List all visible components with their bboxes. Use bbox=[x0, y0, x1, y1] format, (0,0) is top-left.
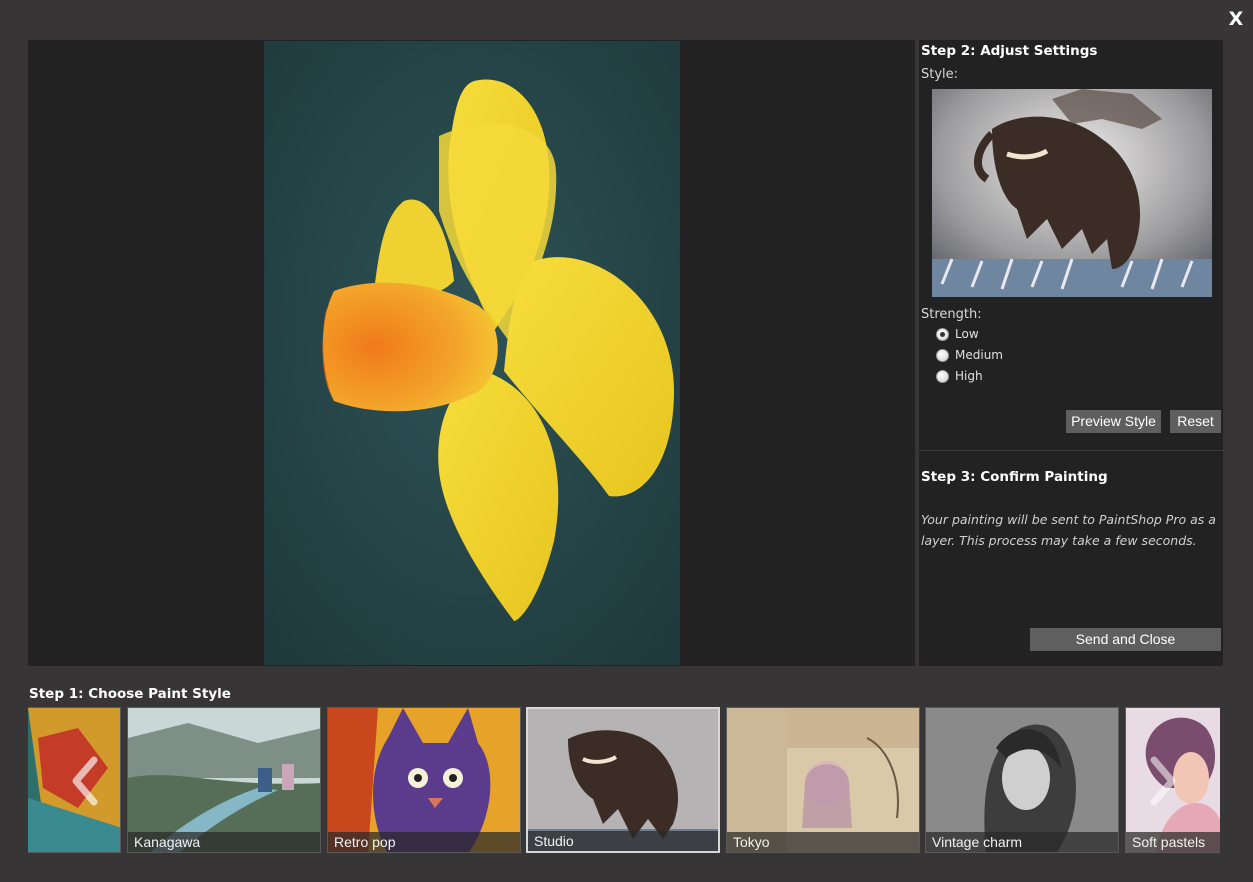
step2-title: Step 2: Adjust Settings bbox=[921, 43, 1097, 59]
preview-image bbox=[264, 41, 680, 665]
preview-panel bbox=[28, 40, 915, 666]
reset-button[interactable]: Reset bbox=[1170, 410, 1221, 433]
strength-medium-label: Medium bbox=[955, 348, 1003, 362]
style-thumb-tokyo[interactable]: Tokyo bbox=[726, 707, 920, 853]
style-thumb-label: Kanagawa bbox=[128, 832, 320, 852]
strength-low-label: Low bbox=[955, 327, 979, 341]
strength-high-label: High bbox=[955, 369, 983, 383]
settings-panel: Step 2: Adjust Settings Style: Strength:… bbox=[919, 40, 1223, 666]
style-thumb-label: Soft pastels bbox=[1126, 832, 1220, 852]
style-thumb-vintage-charm[interactable]: Vintage charm bbox=[925, 707, 1119, 853]
style-strip: Kanagawa Retro pop Studio Tokyo Vintage … bbox=[28, 706, 1220, 856]
style-thumb-label: Vintage charm bbox=[926, 832, 1118, 852]
preview-style-button[interactable]: Preview Style bbox=[1066, 410, 1161, 433]
step3-title: Step 3: Confirm Painting bbox=[921, 469, 1108, 485]
scroll-right-arrow[interactable] bbox=[1148, 756, 1178, 806]
strength-label: Strength: bbox=[921, 307, 982, 322]
strength-low-radio[interactable]: Low bbox=[936, 325, 979, 343]
step1-title: Step 1: Choose Paint Style bbox=[29, 686, 231, 702]
send-and-close-button[interactable]: Send and Close bbox=[1030, 628, 1221, 651]
close-button[interactable]: X bbox=[1224, 6, 1248, 32]
style-label: Style: bbox=[921, 67, 958, 82]
radio-dot-icon bbox=[936, 370, 949, 383]
radio-dot-icon bbox=[936, 328, 949, 341]
confirm-message: Your painting will be sent to PaintShop … bbox=[921, 509, 1217, 551]
radio-dot-icon bbox=[936, 349, 949, 362]
chevron-right-icon bbox=[1148, 756, 1178, 806]
style-thumb-label: Retro pop bbox=[328, 832, 520, 852]
scroll-left-arrow[interactable] bbox=[70, 756, 100, 806]
strength-medium-radio[interactable]: Medium bbox=[936, 346, 1003, 364]
style-thumb-label: Studio bbox=[528, 831, 718, 851]
style-thumb-studio[interactable]: Studio bbox=[526, 707, 720, 853]
style-preview-image bbox=[932, 89, 1212, 297]
chevron-left-icon bbox=[70, 756, 100, 806]
style-thumb-label: Tokyo bbox=[727, 832, 919, 852]
divider bbox=[919, 450, 1223, 451]
strength-high-radio[interactable]: High bbox=[936, 367, 983, 385]
style-thumb-kanagawa[interactable]: Kanagawa bbox=[127, 707, 321, 853]
style-thumb-retro-pop[interactable]: Retro pop bbox=[327, 707, 521, 853]
